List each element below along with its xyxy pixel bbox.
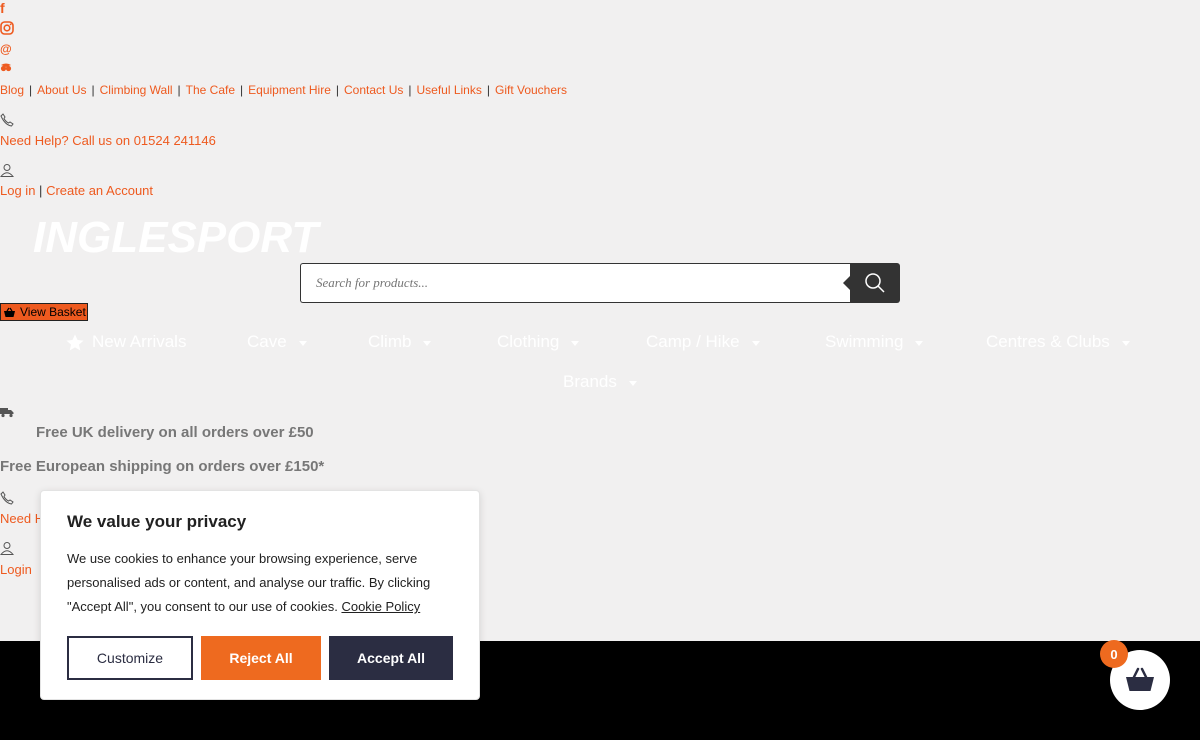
uk-delivery-text: Free UK delivery on all orders over £50: [36, 424, 314, 441]
tripadvisor-icon[interactable]: [0, 62, 14, 76]
phone-icon: [0, 491, 14, 505]
account-links: Log in | Create an Account: [0, 183, 153, 198]
login-link[interactable]: Login: [0, 562, 32, 577]
nav-centres-clubs[interactable]: Centres & Clubs: [986, 332, 1130, 352]
help-phone-text[interactable]: Need H: [0, 511, 44, 526]
link-equipment-hire[interactable]: Equipment Hire: [248, 83, 331, 97]
nav-label: Camp / Hike: [646, 332, 740, 351]
chevron-down-icon: [571, 340, 580, 346]
top-links-nav: Blog | About Us | Climbing Wall | The Cafe | Equ…: [0, 83, 567, 97]
email-icon[interactable]: @: [0, 42, 14, 56]
nav-label: Clothing: [497, 332, 560, 351]
nav-label: Swimming: [825, 332, 904, 351]
nav-new-arrivals[interactable]: New Arrivals: [66, 332, 186, 352]
chevron-down-icon: [628, 380, 637, 386]
basket-icon: [4, 307, 15, 317]
instagram-icon[interactable]: [0, 21, 14, 35]
cookie-description: We use cookies to enhance your browsing …: [67, 547, 457, 619]
chevron-down-icon: [751, 340, 760, 346]
chevron-down-icon: [423, 340, 432, 346]
help-phone-text[interactable]: Need Help? Call us on 01524 241146: [0, 133, 216, 148]
nav-clothing[interactable]: Clothing: [497, 332, 580, 352]
separator: |: [408, 83, 412, 97]
truck-icon: [0, 405, 14, 423]
link-contact-us[interactable]: Contact Us: [344, 83, 403, 97]
nav-label: Brands: [563, 372, 617, 391]
separator: |: [486, 83, 490, 97]
star-icon: [66, 334, 84, 350]
basket-icon: [1126, 667, 1154, 691]
link-the-cafe[interactable]: The Cafe: [186, 83, 235, 97]
link-climbing-wall[interactable]: Climbing Wall: [100, 83, 173, 97]
chevron-down-icon: [1121, 340, 1130, 346]
nav-swimming[interactable]: Swimming: [825, 332, 924, 352]
separator: |: [177, 83, 181, 97]
inglesport-logo[interactable]: INGLESPORT: [33, 213, 318, 263]
nav-cave[interactable]: Cave: [247, 332, 307, 352]
search-button[interactable]: [843, 263, 900, 303]
nav-brands[interactable]: Brands: [563, 372, 637, 392]
cookie-title: We value your privacy: [67, 512, 247, 531]
search-icon: [865, 273, 885, 293]
customize-button[interactable]: Customize: [67, 636, 193, 680]
link-gift-vouchers[interactable]: Gift Vouchers: [495, 83, 567, 97]
phone-icon: [0, 113, 14, 127]
separator: |: [240, 83, 244, 97]
facebook-icon[interactable]: f: [0, 1, 14, 15]
link-blog[interactable]: Blog: [0, 83, 24, 97]
separator: |: [335, 83, 339, 97]
accept-all-button[interactable]: Accept All: [329, 636, 453, 680]
view-basket-label: View Basket: [20, 305, 86, 319]
nav-label: New Arrivals: [92, 332, 187, 351]
separator: |: [39, 183, 43, 198]
login-link[interactable]: Log in: [0, 183, 35, 198]
view-basket-button[interactable]: View Basket: [0, 303, 88, 321]
europe-shipping-text: Free European shipping on orders over £1…: [0, 458, 325, 475]
nav-label: Climb: [368, 332, 412, 351]
search-input[interactable]: [300, 263, 851, 303]
chevron-down-icon: [915, 340, 924, 346]
cookie-consent-dialog: We value your privacy We use cookies to …: [40, 490, 480, 700]
user-icon: [0, 541, 15, 555]
link-about-us[interactable]: About Us: [37, 83, 86, 97]
nav-label: Cave: [247, 332, 287, 351]
cookie-policy-link[interactable]: Cookie Policy: [341, 599, 420, 614]
create-account-link[interactable]: Create an Account: [46, 183, 153, 198]
separator: |: [91, 83, 95, 97]
user-icon: [0, 163, 15, 177]
nav-camp-hike[interactable]: Camp / Hike: [646, 332, 760, 352]
cart-count-badge: 0: [1100, 640, 1128, 668]
chevron-down-icon: [298, 340, 307, 346]
link-useful-links[interactable]: Useful Links: [416, 83, 481, 97]
nav-climb[interactable]: Climb: [368, 332, 432, 352]
nav-label: Centres & Clubs: [986, 332, 1110, 351]
separator: |: [29, 83, 33, 97]
search-bar: [300, 263, 900, 303]
reject-all-button[interactable]: Reject All: [201, 636, 321, 680]
